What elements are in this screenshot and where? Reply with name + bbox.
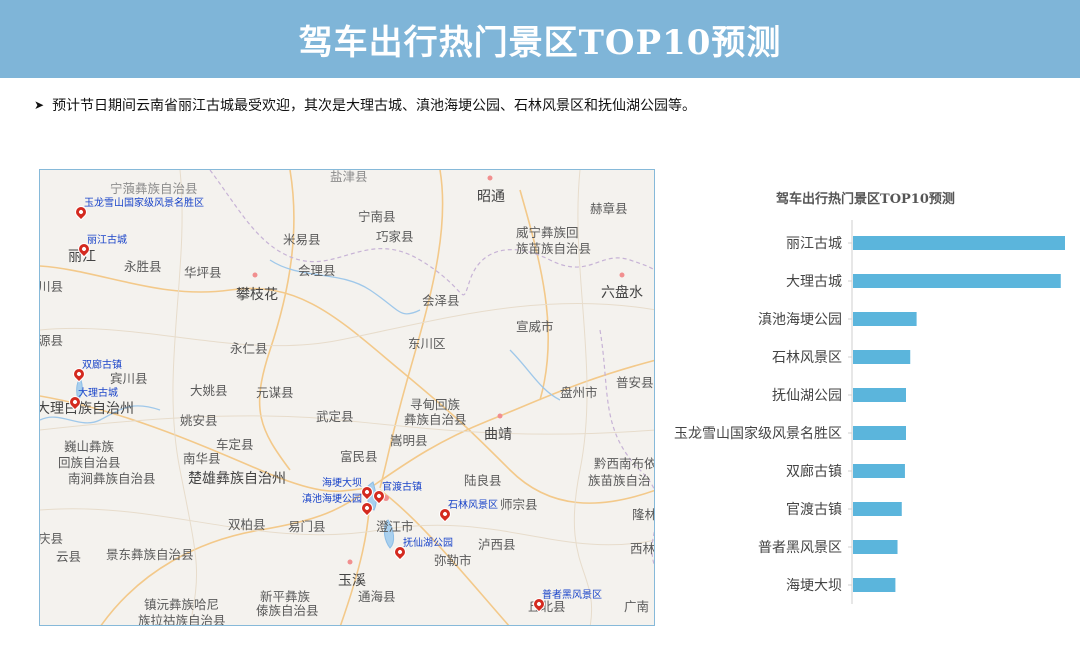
map-place-label: 富民县: [340, 449, 378, 464]
map-place-label: 族苗族自治县: [516, 241, 592, 256]
map-place-label: 会泽县: [422, 293, 460, 308]
map-place-label: 车定县: [216, 437, 254, 452]
map-poi-label: 石林风景区: [448, 500, 498, 511]
map-place-label: 景东彝族自治县: [106, 547, 194, 562]
map-place-label: 宣威市: [516, 319, 554, 334]
map-place-label: 巧家县: [376, 229, 414, 244]
category-label: 官渡古镇: [786, 502, 842, 518]
category-label: 丽江古城: [786, 236, 842, 252]
bar: [853, 236, 1065, 250]
bar: [853, 540, 898, 554]
page-header: 驾车出行热门景区TOP10预测: [0, 0, 1080, 78]
map-place-label: 楚雄彝族自治州: [188, 471, 286, 487]
map-place-label: 隆林: [632, 507, 655, 522]
bar: [853, 388, 906, 402]
map-place-label: 会理县: [298, 263, 336, 278]
category-label: 玉龙雪山国家级风景名胜区: [674, 425, 842, 442]
map-place-label: 广南: [624, 599, 650, 614]
map-place-label: 盐津县: [330, 169, 368, 184]
map-place-label: 元谋县: [256, 385, 294, 400]
map-place-label: 大姚县: [190, 383, 228, 398]
map-place-label: 易门县: [288, 519, 326, 534]
category-label: 滇池海埂公园: [758, 312, 842, 328]
title-latin: TOP10: [578, 22, 712, 63]
map-place-label: 攀枝花: [236, 287, 278, 303]
map-place-label: 南涧彝族自治县: [68, 471, 156, 486]
map-place-label: 泸西县: [478, 537, 516, 552]
bar: [853, 426, 906, 440]
map-place-label: 通海县: [358, 589, 396, 604]
map-poi-label: 丽江古城: [87, 235, 127, 246]
bar-chart-svg: 丽江古城大理古城滇池海埂公园石林风景区抚仙湖公园玉龙雪山国家级风景名胜区双廊古镇…: [674, 220, 1065, 604]
map-place-label: 彝族自治县: [404, 412, 467, 427]
map-poi-label: 大理古城: [78, 388, 118, 399]
summary-line: ➤ 预计节日期间云南省丽江古城最受欢迎，其次是大理古城、滇池海埂公园、石林风景区…: [34, 95, 696, 115]
map-place-label: 陆良县: [464, 473, 502, 488]
map-place-label: 盘州市: [560, 385, 598, 400]
map-poi-label: 双廊古镇: [82, 360, 122, 371]
map-place-label: 傣族自治县: [256, 603, 319, 618]
map-place-label: 普安县: [616, 375, 654, 390]
map-poi-label: 普者黑风景区: [542, 590, 602, 601]
map-place-label: 川县: [39, 279, 64, 294]
category-label: 双廊古镇: [786, 463, 842, 480]
map-place-label: 赫章县: [590, 201, 628, 216]
map-place-label: 米易县: [283, 232, 321, 247]
map-poi-label: 海埂大坝: [322, 478, 362, 489]
map-place-label: 姚安县: [180, 413, 218, 428]
map-place-label: 武定县: [316, 409, 354, 424]
bar: [853, 578, 896, 592]
bar: [853, 464, 905, 478]
map-place-label: 澄江市: [376, 519, 414, 534]
category-label: 海埂大坝: [786, 578, 842, 594]
map-place-label: 东川区: [408, 336, 446, 351]
map-place-label: 永仁县: [230, 341, 268, 356]
map-place-label: 弥勒市: [434, 553, 472, 568]
map-place-label: 西林: [630, 541, 655, 556]
summary-text: 预计节日期间云南省丽江古城最受欢迎，其次是大理古城、滇池海埂公园、石林风景区和抚…: [52, 98, 697, 114]
map-place-label: 六盘水: [601, 285, 643, 301]
map-poi-label: 官渡古镇: [382, 482, 422, 493]
category-label: 普者黑风景区: [758, 540, 842, 556]
category-label: 石林风景区: [772, 350, 842, 366]
map-place-label: 南华县: [183, 451, 221, 466]
title-cn2: 预测: [711, 22, 782, 63]
map-place-label: 华坪县: [184, 265, 222, 280]
map-place-label: 族拉祜族自治县: [138, 613, 226, 626]
map-place-label: 师宗县: [500, 497, 538, 512]
map-place-label: 永胜县: [124, 259, 162, 274]
category-label: 大理古城: [786, 274, 842, 290]
bar: [853, 274, 1061, 288]
map-place-label: 宁南县: [358, 209, 396, 224]
map-place-label: 双柏县: [228, 517, 266, 532]
map-poi-label: 抚仙湖公园: [403, 538, 453, 549]
bar: [853, 350, 911, 364]
map-place-label: 云县: [56, 549, 82, 564]
chart-title-latin: TOP10: [880, 192, 929, 207]
map-poi-label: 玉龙雪山国家级风景名胜区: [84, 198, 204, 209]
map-place-label: 庆县: [39, 531, 64, 546]
map-place-label: 嵩明县: [390, 433, 428, 448]
bar: [853, 502, 902, 516]
map-place-label: 族苗族自治: [588, 473, 651, 488]
chart-title: 驾车出行热门景区TOP10预测: [776, 188, 955, 207]
map-place-label: 曲靖: [484, 427, 512, 443]
map-panel[interactable]: 宁蒗彝族自治县 盐津县 昭通 赫章县 宁南县 威宁彝族回 族苗族自治县 米易县 巧家县 丽江 永胜县…: [39, 169, 655, 626]
map-poi-label: 滇池海埂公园: [302, 494, 362, 505]
arrow-bullet-icon: ➤: [34, 98, 45, 112]
page-title: 驾车出行热门景区TOP10预测: [299, 15, 782, 64]
chart-title-cn: 驾车出行热门景区: [776, 192, 881, 207]
bar: [853, 312, 917, 326]
map-place-label: 昭通: [477, 189, 505, 205]
category-label: 抚仙湖公园: [772, 388, 842, 404]
map-place-label: 源县: [39, 333, 64, 348]
map-place-label: 大理白族自治州: [39, 401, 134, 417]
title-cn: 驾车出行热门景区: [298, 22, 579, 63]
chart-title-cn2: 预测: [928, 192, 955, 207]
